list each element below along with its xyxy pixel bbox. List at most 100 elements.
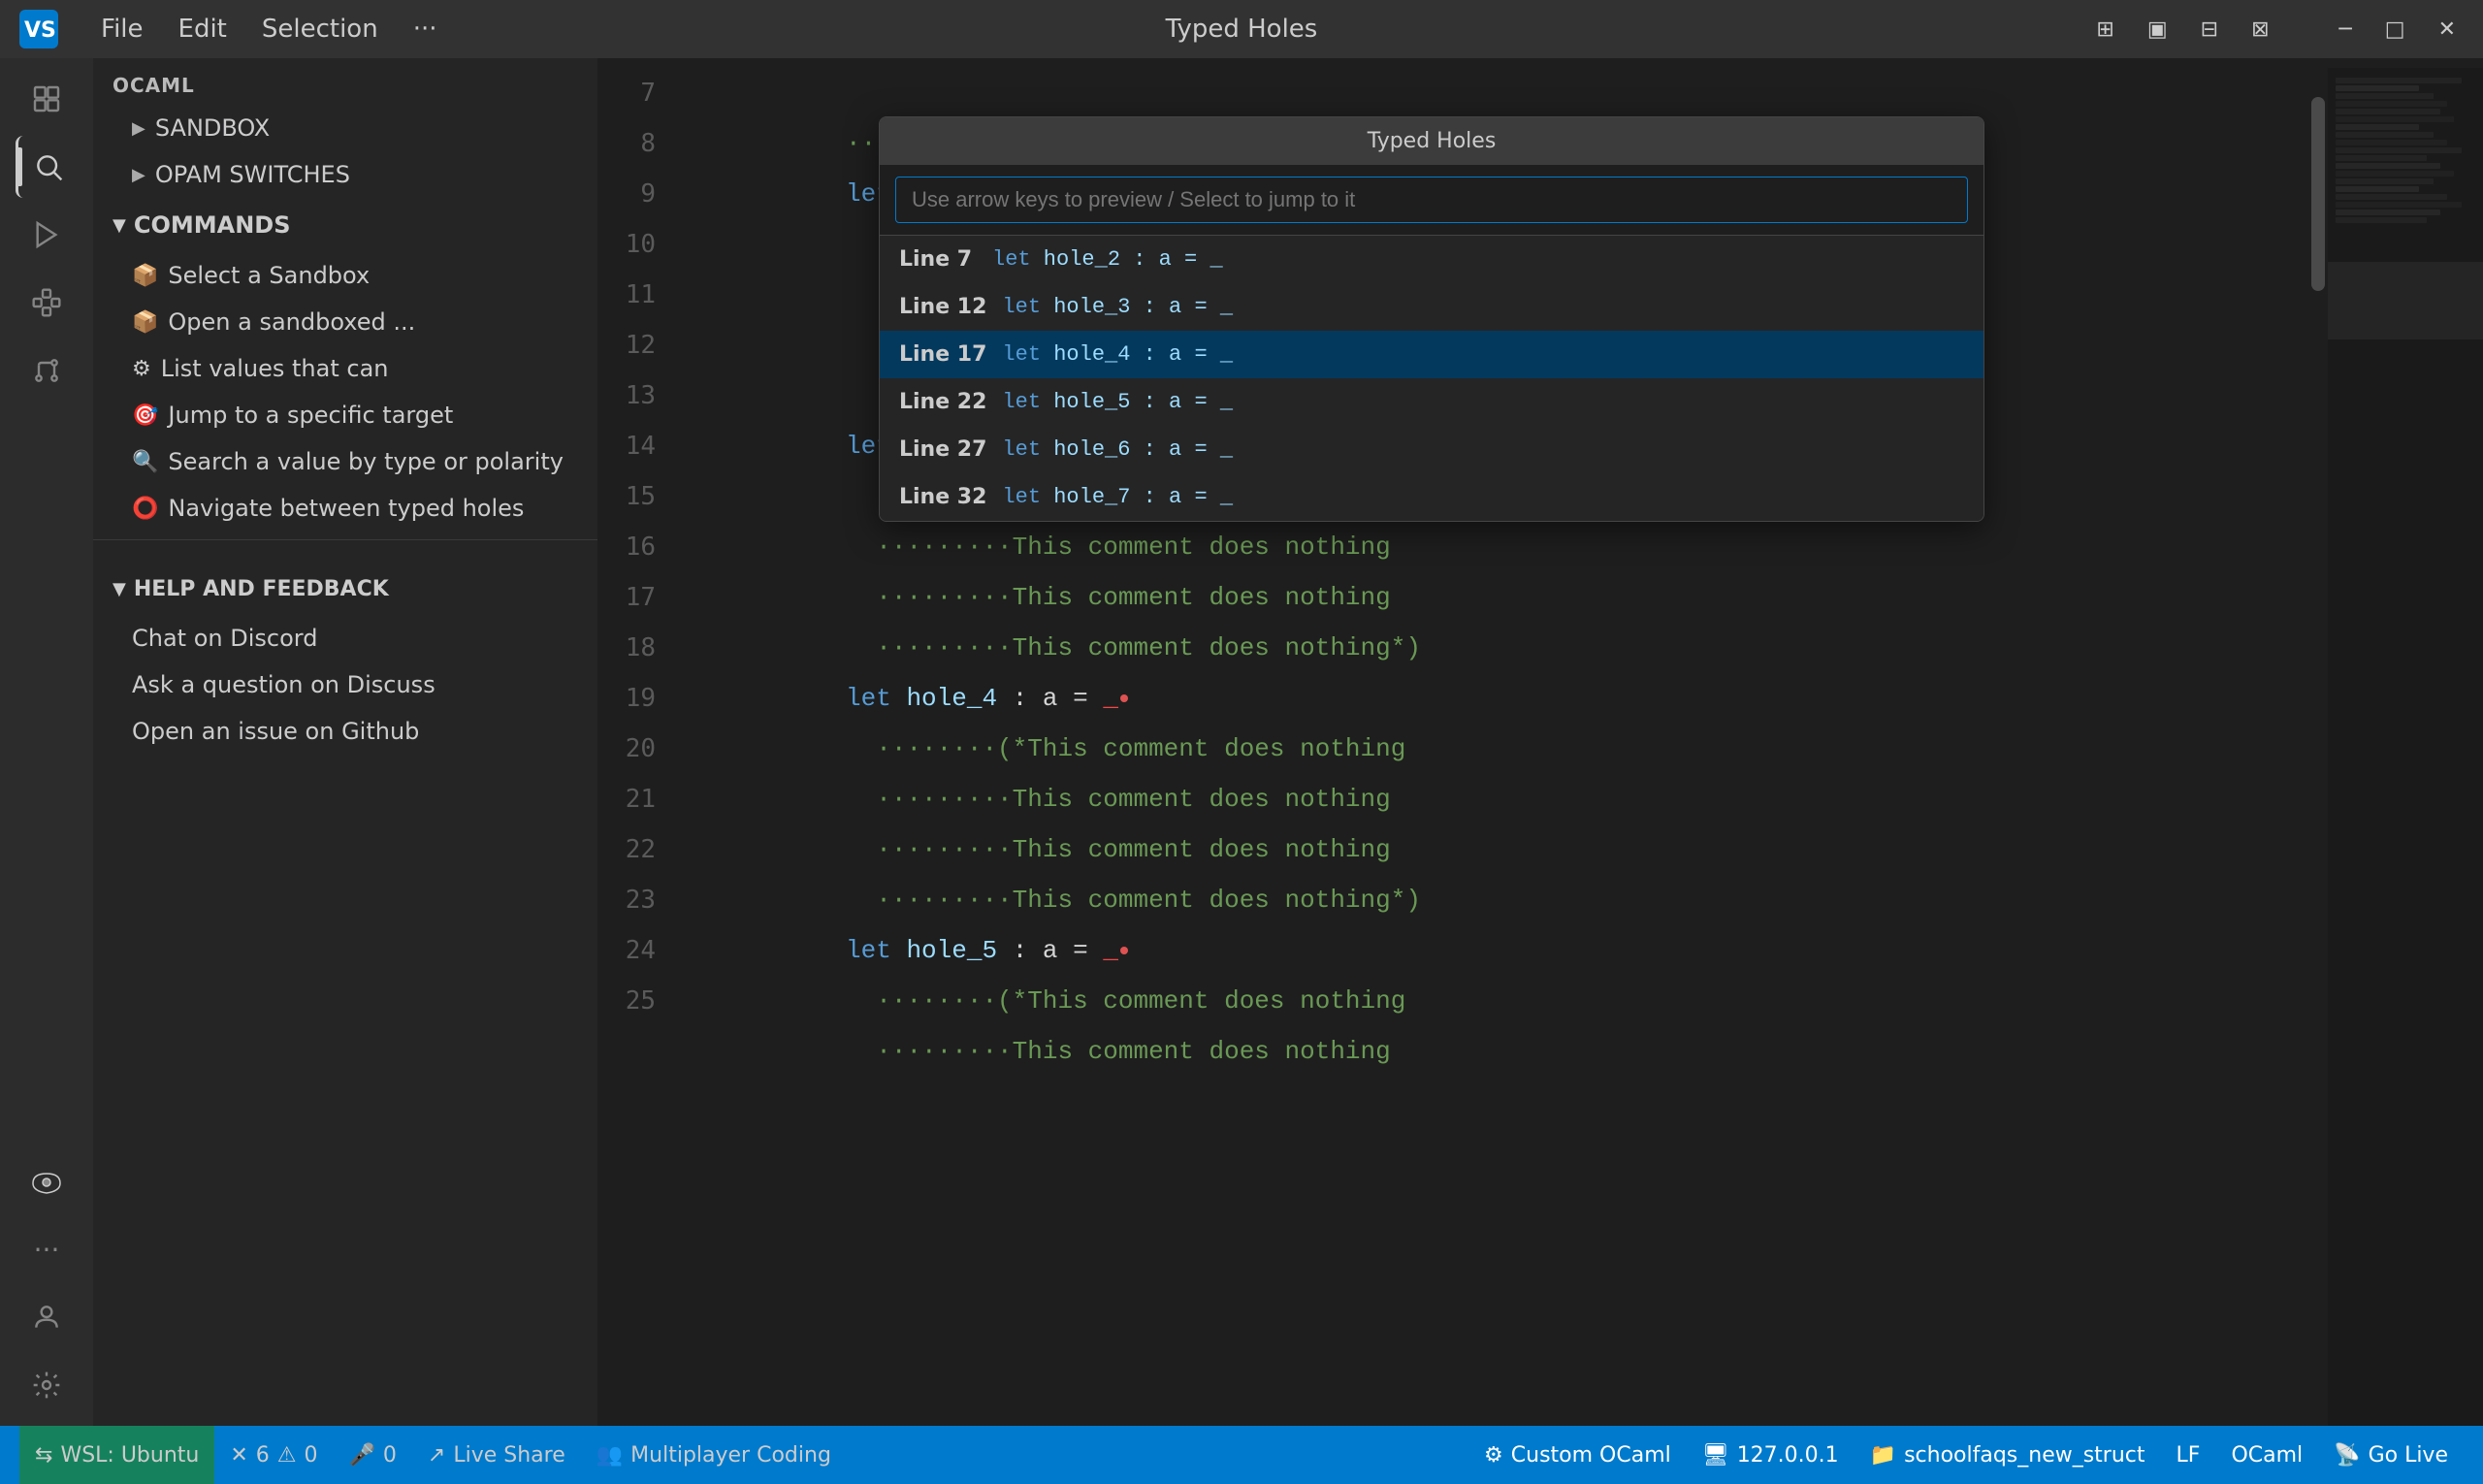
live-share-label: Live Share — [453, 1443, 564, 1468]
opam-arrow-icon: ▶ — [132, 165, 145, 185]
line-code-4: let hole_6 : a = _ — [1002, 437, 1233, 462]
sidebar-item-sandbox[interactable]: ▶ SANDBOX — [93, 105, 597, 151]
sidebar-item-github[interactable]: Open an issue on Github — [93, 708, 597, 755]
sidebar-divider — [93, 539, 597, 540]
live-share-icon: ↗ — [428, 1443, 445, 1468]
editor-scrollbar[interactable] — [2308, 68, 2328, 1426]
activity-bar-bottom: ··· — [16, 1150, 78, 1416]
multiplayer-label: Multiplayer Coding — [630, 1443, 831, 1468]
minimap-viewport — [2328, 262, 2483, 339]
status-language[interactable]: OCaml — [2215, 1443, 2318, 1468]
sidebar-item-list-values[interactable]: ⚙ List values that can — [93, 345, 597, 392]
activity-search-icon[interactable] — [16, 136, 78, 198]
sidebar-item-discuss[interactable]: Ask a question on Discuss — [93, 661, 597, 708]
layout-toggle-4[interactable]: ⊠ — [2243, 14, 2276, 46]
custom-ocaml-icon: ⚙ — [1484, 1443, 1503, 1468]
sidebar-item-jump-to[interactable]: 🎯 Jump to a specific target — [93, 392, 597, 438]
workspace-icon: 📁 — [1870, 1443, 1896, 1468]
sidebar-item-discord[interactable]: Chat on Discord — [93, 615, 597, 661]
minimize-button[interactable]: ─ — [2332, 14, 2360, 46]
line-code-1: let hole_3 : a = _ — [1002, 295, 1233, 319]
typed-holes-item-0[interactable]: Line 7 let hole_2 : a = _ — [880, 236, 1983, 283]
menu-file[interactable]: File — [87, 11, 157, 48]
typed-holes-item-3[interactable]: Line 22 let hole_5 : a = _ — [880, 378, 1983, 426]
microphone-icon: 🎤 — [349, 1443, 375, 1468]
line-numbers: 7 8 9 10 11 12 13 14 15 16 17 18 19 20 2… — [597, 68, 675, 1426]
line-code-3: let hole_5 : a = _ — [1002, 390, 1233, 414]
typed-holes-item-5[interactable]: Line 32 let hole_7 : a = _ — [880, 473, 1983, 521]
microphone-count: 0 — [383, 1443, 397, 1468]
title-bar-right: ⊞ ▣ ⊟ ⊠ ─ □ ✕ — [2088, 14, 2464, 46]
status-live-share[interactable]: ↗ Live Share — [412, 1426, 581, 1484]
status-multiplayer[interactable]: 👥 Multiplayer Coding — [581, 1426, 847, 1484]
code-line-7: ········(*This comment does nothing*) — [694, 68, 2289, 118]
title-bar-left: VS File Edit Selection ··· — [19, 10, 451, 48]
status-bar: ⇆ WSL: Ubuntu ✕ 6 ⚠ 0 🎤 0 ↗ Live Share 👥… — [0, 1426, 2483, 1484]
layout-toggle-3[interactable]: ⊟ — [2193, 14, 2226, 46]
line-label-1: Line 12 — [899, 295, 986, 319]
layout-toggle-2[interactable]: ▣ — [2140, 14, 2176, 46]
typed-holes-search-input[interactable] — [895, 177, 1968, 223]
status-go-live[interactable]: 📡 Go Live — [2318, 1443, 2464, 1468]
error-count: 6 — [256, 1443, 270, 1468]
typed-holes-list: Line 7 let hole_2 : a = _ Line 12 let ho… — [880, 236, 1983, 521]
activity-docker-icon[interactable] — [16, 1150, 78, 1212]
typed-holes-item-1[interactable]: Line 12 let hole_3 : a = _ — [880, 283, 1983, 331]
menu-bar: File Edit Selection ··· — [87, 11, 451, 48]
line-label-3: Line 22 — [899, 390, 986, 414]
scrollbar-thumb[interactable] — [2311, 97, 2325, 291]
activity-source-control-icon[interactable] — [16, 339, 78, 402]
line-code-2: let hole_4 : a = _ — [1002, 342, 1233, 367]
layout-toggle-1[interactable]: ⊞ — [2088, 14, 2121, 46]
typed-holes-search-wrap — [880, 165, 1983, 236]
activity-run-icon[interactable] — [16, 204, 78, 266]
typed-holes-item-4[interactable]: Line 27 let hole_6 : a = _ — [880, 426, 1983, 473]
commands-header[interactable]: ▼ COMMANDS — [93, 198, 597, 252]
activity-extensions-icon[interactable] — [16, 272, 78, 334]
status-microphone[interactable]: 🎤 0 — [334, 1426, 412, 1484]
activity-account-icon[interactable] — [16, 1286, 78, 1348]
svg-text:VS: VS — [24, 18, 56, 43]
status-workspace[interactable]: 📁 schoolfaqs_new_struct — [1854, 1443, 2161, 1468]
vscode-logo-icon: VS — [19, 10, 58, 48]
lf-label: LF — [2177, 1443, 2201, 1468]
status-lf[interactable]: LF — [2161, 1443, 2216, 1468]
activity-settings-icon[interactable] — [16, 1354, 78, 1416]
menu-ellipsis[interactable]: ··· — [400, 11, 451, 48]
language-label: OCaml — [2231, 1443, 2303, 1468]
status-errors[interactable]: ✕ 6 ⚠ 0 — [214, 1426, 333, 1484]
sandbox-arrow-icon: ▶ — [132, 118, 145, 139]
status-right: ⚙ Custom OCaml 🖥 127.0.0.1 📁 schoolfaqs_… — [1468, 1443, 2464, 1468]
title-bar: VS File Edit Selection ··· Typed Holes ⊞… — [0, 0, 2483, 58]
warning-count: 0 — [305, 1443, 318, 1468]
status-wsl[interactable]: ⇆ WSL: Ubuntu — [19, 1426, 214, 1484]
close-button[interactable]: ✕ — [2431, 14, 2464, 46]
status-custom-ocaml[interactable]: ⚙ Custom OCaml — [1468, 1443, 1687, 1468]
line-label-0: Line 7 — [899, 247, 977, 272]
sidebar-item-opam[interactable]: ▶ OPAM SWITCHES — [93, 151, 597, 198]
help-header[interactable]: ▼ HELP AND FEEDBACK — [93, 564, 597, 615]
go-live-label: Go Live — [2369, 1443, 2448, 1468]
editor-area: 7 8 9 10 11 12 13 14 15 16 17 18 19 20 2… — [597, 58, 2483, 1426]
sidebar-item-navigate-holes[interactable]: ⭕ Navigate between typed holes — [93, 485, 597, 532]
activity-ellipsis-icon[interactable]: ··· — [16, 1218, 78, 1280]
workspace-label: schoolfaqs_new_struct — [1904, 1443, 2144, 1468]
maximize-button[interactable]: □ — [2377, 14, 2413, 46]
menu-edit[interactable]: Edit — [165, 11, 241, 48]
status-ip[interactable]: 🖥 127.0.0.1 — [1687, 1443, 1854, 1468]
typed-holes-title: Typed Holes — [880, 117, 1983, 165]
sidebar-item-open-sandbox[interactable]: 📦 Open a sandboxed ... — [93, 299, 597, 345]
ip-icon: 🖥 — [1702, 1443, 1729, 1468]
activity-bar: ··· — [0, 58, 93, 1426]
sidebar-item-select-sandbox[interactable]: 📦 Select a Sandbox — [93, 252, 597, 299]
help-arrow-icon: ▼ — [113, 579, 126, 599]
typed-holes-item-2[interactable]: Line 17 let hole_4 : a = _ — [880, 331, 1983, 378]
menu-selection[interactable]: Selection — [248, 11, 392, 48]
ip-label: 127.0.0.1 — [1737, 1443, 1839, 1468]
minimap — [2328, 68, 2483, 1426]
custom-ocaml-label: Custom OCaml — [1511, 1443, 1671, 1468]
sidebar-item-search-value[interactable]: 🔍 Search a value by type or polarity — [93, 438, 597, 485]
line-label-2: Line 17 — [899, 342, 986, 367]
activity-explorer-icon[interactable] — [16, 68, 78, 130]
line-label-5: Line 32 — [899, 485, 986, 509]
